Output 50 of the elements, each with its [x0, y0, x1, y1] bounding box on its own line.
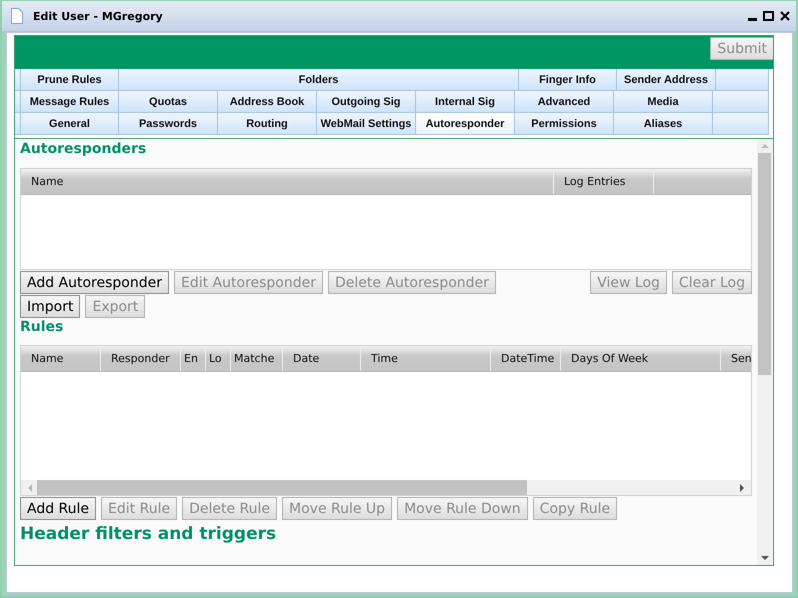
- tab[interactable]: General: [21, 113, 119, 135]
- tab[interactable]: Folders: [119, 69, 519, 91]
- window-title: Edit User - MGregory: [33, 10, 163, 22]
- column-header[interactable]: Name: [21, 169, 554, 194]
- column-header[interactable]: Matche: [231, 346, 283, 371]
- tab[interactable]: Aliases: [614, 113, 713, 135]
- column-header[interactable]: DateTime: [491, 346, 561, 371]
- tab[interactable]: Media: [614, 91, 713, 113]
- horizontal-scrollbar[interactable]: [21, 480, 751, 495]
- scroll-thumb[interactable]: [37, 480, 527, 495]
- tab[interactable]: Outgoing Sig: [317, 91, 416, 113]
- column-header[interactable]: Date: [283, 346, 361, 371]
- column-header[interactable]: Name: [21, 346, 101, 371]
- tab[interactable]: Finger Info: [519, 69, 617, 91]
- section-heading: Rules: [20, 319, 64, 335]
- tab[interactable]: Autoresponder: [416, 113, 515, 135]
- document-icon: [11, 8, 23, 24]
- tab[interactable]: Sender Address: [617, 69, 716, 91]
- tab[interactable]: Passwords: [119, 113, 218, 135]
- action-button[interactable]: Import: [20, 295, 80, 318]
- column-header[interactable]: Log Entries: [554, 169, 654, 194]
- tab[interactable]: Permissions: [515, 113, 614, 135]
- column-header[interactable]: Responder: [101, 346, 181, 371]
- tab[interactable]: Internal Sig: [416, 91, 515, 113]
- scroll-up-icon[interactable]: [760, 143, 768, 149]
- tab[interactable]: Advanced: [515, 91, 614, 113]
- tab[interactable]: Address Book: [218, 91, 317, 113]
- maximize-icon[interactable]: [763, 11, 774, 21]
- scroll-left-icon[interactable]: [27, 484, 33, 492]
- action-button[interactable]: Add Rule: [20, 497, 96, 520]
- section-heading: Autoresponders: [20, 141, 148, 157]
- column-header[interactable]: Time: [361, 346, 491, 371]
- tab[interactable]: WebMail Settings: [317, 113, 416, 135]
- scroll-right-icon[interactable]: [739, 484, 745, 492]
- scroll-down-icon[interactable]: [760, 555, 768, 561]
- column-header[interactable]: Lo: [206, 346, 231, 371]
- action-button[interactable]: Add Autoresponder: [20, 271, 169, 294]
- scroll-thumb[interactable]: [758, 153, 771, 375]
- tab-filler: [713, 91, 769, 113]
- close-icon[interactable]: [780, 11, 790, 21]
- vertical-scrollbar[interactable]: [757, 139, 772, 565]
- tab-filler: [716, 69, 769, 91]
- tab[interactable]: Routing: [218, 113, 317, 135]
- tab[interactable]: Quotas: [119, 91, 218, 113]
- column-header[interactable]: Days Of Week: [561, 346, 721, 371]
- tab[interactable]: Message Rules: [21, 91, 119, 113]
- section-heading: Header filters and triggers: [20, 524, 278, 544]
- tab[interactable]: Prune Rules: [21, 69, 119, 91]
- column-header[interactable]: En: [181, 346, 206, 371]
- tab-filler: [713, 113, 769, 135]
